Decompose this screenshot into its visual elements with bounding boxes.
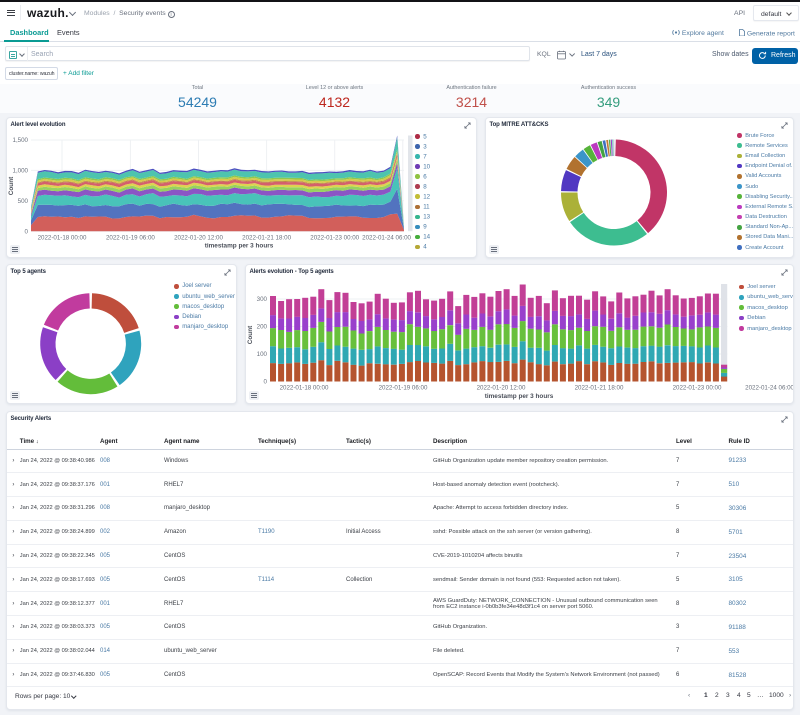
svg-text:timestamp per 3 hours: timestamp per 3 hours <box>485 393 554 400</box>
svg-text:2022-01-20 12:00: 2022-01-20 12:00 <box>174 235 223 242</box>
svg-text:300: 300 <box>257 296 268 303</box>
svg-text:100: 100 <box>257 351 268 358</box>
svg-text:1,500: 1,500 <box>13 137 29 144</box>
svg-text:2022-01-21 18:00: 2022-01-21 18:00 <box>242 235 291 242</box>
svg-text:200: 200 <box>257 324 268 331</box>
svg-text:2022-01-20 12:00: 2022-01-20 12:00 <box>477 385 526 392</box>
svg-text:1,000: 1,000 <box>13 168 29 175</box>
svg-text:2022-01-19 06:00: 2022-01-19 06:00 <box>106 235 155 242</box>
svg-text:Count: Count <box>8 176 15 195</box>
svg-text:2022-01-23 00:00: 2022-01-23 00:00 <box>310 235 359 242</box>
svg-text:timestamp per 3 hours: timestamp per 3 hours <box>205 243 274 250</box>
svg-text:2022-01-19 06:00: 2022-01-19 06:00 <box>379 385 428 392</box>
svg-text:0: 0 <box>25 228 29 235</box>
svg-text:500: 500 <box>18 198 29 205</box>
svg-text:0: 0 <box>264 379 268 386</box>
svg-text:2022-01-21 18:00: 2022-01-21 18:00 <box>575 385 624 392</box>
svg-text:2022-01-24 06:00: 2022-01-24 06:00 <box>362 235 411 242</box>
svg-text:2022-01-24 06:00: 2022-01-24 06:00 <box>745 385 794 392</box>
svg-text:2022-01-23 00:00: 2022-01-23 00:00 <box>673 385 722 392</box>
svg-text:2022-01-18 00:00: 2022-01-18 00:00 <box>38 235 87 242</box>
svg-text:Count: Count <box>247 325 254 344</box>
svg-text:2022-01-18 00:00: 2022-01-18 00:00 <box>280 385 329 392</box>
